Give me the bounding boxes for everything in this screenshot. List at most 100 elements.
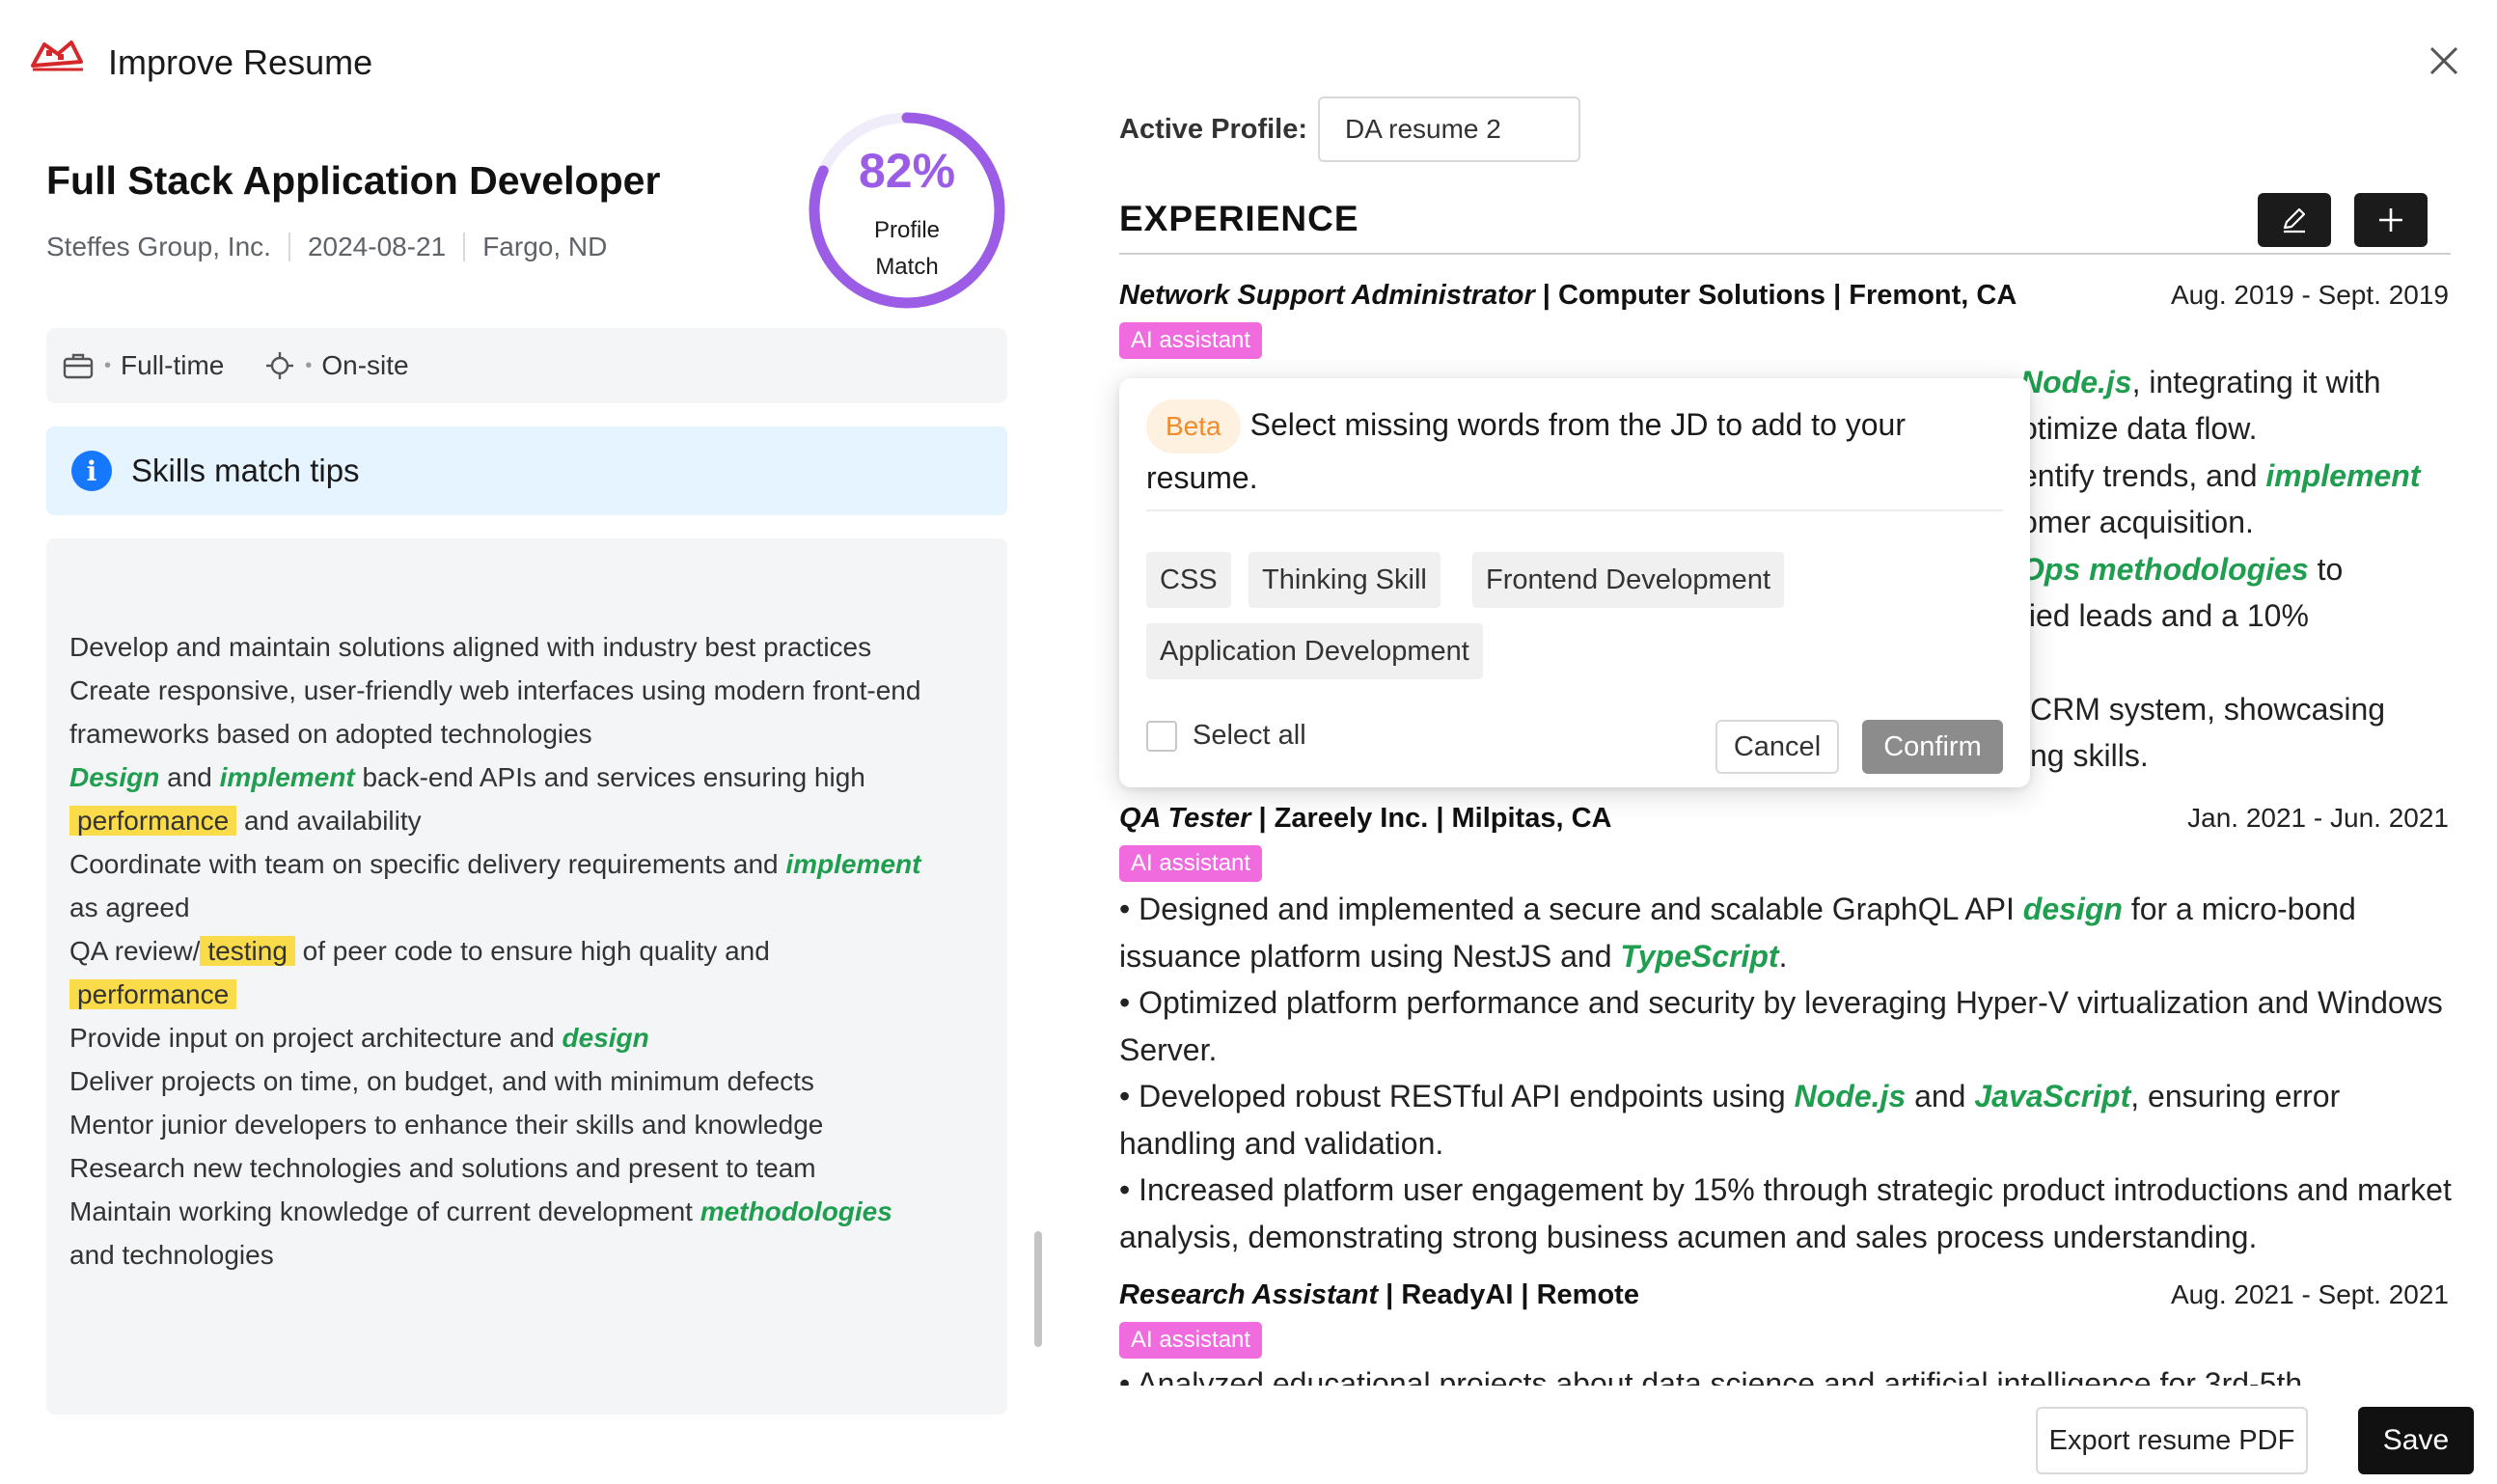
jd-text: and availability: [236, 806, 422, 836]
meta-divider: [463, 233, 466, 261]
app-logo-icon: [31, 41, 83, 71]
edit-section-button[interactable]: [2258, 193, 2331, 247]
keyword-chip[interactable]: Thinking Skill: [1248, 552, 1441, 608]
entry-company: | ReadyAI | Remote: [1378, 1279, 1639, 1310]
match-label-line2: Match: [875, 254, 939, 280]
job-tags-bar: • Full-time • On-site: [46, 328, 1007, 403]
jd-line: Research new technologies and solutions …: [69, 1153, 816, 1183]
jd-text: Coordinate with team on specific deliver…: [69, 849, 786, 879]
bullet-text: , integrating it with: [2131, 365, 2381, 399]
jd-text: of peer code to ensure high quality and: [294, 936, 770, 966]
match-label: Profile Match: [807, 212, 1007, 286]
beta-badge: Beta: [1146, 399, 1241, 453]
missing-words-popover: Beta Select missing words from the JD to …: [1119, 378, 2030, 787]
bullet-fragment: CRM system, showcasing: [2030, 692, 2386, 727]
add-entry-button[interactable]: [2354, 193, 2428, 247]
bullet-fragment: Ops methodologies to: [2020, 552, 2343, 588]
resume-keyword: design: [2022, 892, 2123, 926]
export-pdf-button[interactable]: Export resume PDF: [2036, 1407, 2308, 1474]
bullet-item: • Increased platform user engagement by …: [1119, 1172, 2452, 1254]
resume-keyword: implement: [2265, 458, 2421, 493]
jd-keyword: implement: [219, 762, 355, 792]
jd-line: performance: [69, 973, 996, 1016]
jd-line: QA review/testing of peer code to ensure…: [69, 929, 996, 973]
entry-dates: Aug. 2019 - Sept. 2019: [2171, 280, 2449, 310]
jd-line: Develop and maintain solutions aligned w…: [69, 632, 872, 662]
jd-keyword: design: [562, 1023, 649, 1053]
popover-text: Select missing words from the JD to add …: [1146, 407, 1906, 495]
jd-text: Maintain working knowledge of current de…: [69, 1196, 700, 1226]
app-title: Improve Resume: [108, 42, 373, 82]
bullet-text: to: [2308, 552, 2344, 587]
jd-text: QA review/: [69, 936, 201, 966]
save-button[interactable]: Save: [2358, 1407, 2474, 1474]
work-mode: On-site: [321, 350, 409, 380]
cancel-button[interactable]: Cancel: [1715, 720, 1839, 774]
jd-highlight: testing: [200, 936, 295, 966]
bullet-text: .: [1778, 938, 1788, 974]
bullet-item: • Designed and implemented a secure and …: [1119, 886, 2460, 979]
resume-keyword: Node.js: [2020, 365, 2132, 399]
crosshair-icon: [266, 352, 294, 379]
job-meta: Steffes Group, Inc. 2024-08-21 Fargo, ND: [46, 232, 607, 262]
select-all-label: Select all: [1193, 720, 1306, 751]
keyword-chip[interactable]: Application Development: [1146, 623, 1483, 679]
select-all-checkbox[interactable]: Select all: [1146, 720, 1306, 752]
resume-keyword: JavaScript: [1974, 1079, 2131, 1113]
bullet-fragment: omer acquisition.: [2020, 505, 2254, 539]
job-date: 2024-08-21: [307, 232, 447, 261]
entry-bullets[interactable]: • Designed and implemented a secure and …: [1119, 886, 2460, 1260]
info-icon: i: [71, 451, 112, 491]
section-heading-experience: EXPERIENCE: [1119, 199, 1359, 238]
jd-text: and: [159, 762, 220, 792]
jd-line: Deliver projects on time, on budget, and…: [69, 1066, 814, 1096]
job-description-text: Develop and maintain solutions aligned w…: [69, 625, 996, 1277]
keyword-chip[interactable]: Frontend Development: [1472, 552, 1784, 608]
bullet-item: • Optimized platform performance and sec…: [1119, 985, 2443, 1067]
job-company: Steffes Group, Inc.: [46, 232, 271, 261]
popover-divider: [1146, 509, 2003, 511]
jd-line: and technologies: [69, 1240, 274, 1270]
jd-line: Create responsive, user-friendly web int…: [69, 675, 921, 705]
jd-scrollbar[interactable]: [1034, 1231, 1042, 1347]
bullet-fragment: entify trends, and implement: [2020, 458, 2420, 494]
jd-text: back-end APIs and services ensuring high: [354, 762, 865, 792]
close-icon[interactable]: [2422, 39, 2466, 83]
briefcase-icon: [63, 353, 94, 379]
tips-title: Skills match tips: [131, 453, 360, 488]
bullet-fragment: otimize data flow.: [2020, 411, 2258, 446]
bullet-text: • Designed and implemented a secure and …: [1119, 892, 2023, 926]
plus-icon: [2379, 208, 2402, 232]
jd-line: Coordinate with team on specific deliver…: [69, 842, 996, 886]
skills-match-tips[interactable]: i Skills match tips: [46, 426, 1007, 515]
active-profile-label: Active Profile:: [1119, 114, 1307, 145]
entry-title: Research Assistant | ReadyAI | Remote: [1119, 1279, 1639, 1311]
jd-line: Design and implement back-end APIs and s…: [69, 756, 996, 799]
ai-assistant-button[interactable]: AI assistant: [1119, 322, 1263, 359]
jd-text: Provide input on project architecture an…: [69, 1023, 563, 1053]
resume-keyword: Ops methodologies: [2020, 552, 2309, 587]
employment-type: Full-time: [121, 350, 225, 380]
entry-title: Network Support Administrator | Computer…: [1119, 280, 2017, 312]
jd-line: Maintain working knowledge of current de…: [69, 1190, 996, 1233]
match-percent: 82%: [858, 144, 956, 198]
job-location: Fargo, ND: [482, 232, 608, 261]
jd-highlight: performance: [69, 979, 237, 1009]
jd-line: frameworks based on adopted technologies: [69, 719, 592, 749]
job-description-panel: Develop and maintain solutions aligned w…: [46, 538, 1042, 1415]
jd-line: performance and availability: [69, 799, 996, 842]
match-label-line1: Profile: [873, 217, 941, 243]
checkbox-box[interactable]: [1146, 720, 1177, 752]
section-divider: [1119, 253, 2451, 255]
bullet-item: • Developed robust RESTful API endpoints…: [1119, 1073, 2460, 1167]
bullet-text: • Developed robust RESTful API endpoints…: [1119, 1079, 1795, 1113]
keyword-chip[interactable]: CSS: [1146, 552, 1231, 608]
bullet-fragment: Node.js, integrating it with: [2020, 365, 2380, 400]
entry-role: Network Support Administrator: [1119, 280, 1535, 311]
confirm-button[interactable]: Confirm: [1862, 720, 2003, 774]
jd-highlight: performance: [69, 806, 237, 836]
active-profile-select[interactable]: DA resume 2: [1318, 96, 1580, 162]
ai-assistant-button[interactable]: AI assistant: [1119, 1322, 1263, 1359]
bullet-text: and: [1906, 1079, 1975, 1113]
ai-assistant-button[interactable]: AI assistant: [1119, 845, 1263, 882]
